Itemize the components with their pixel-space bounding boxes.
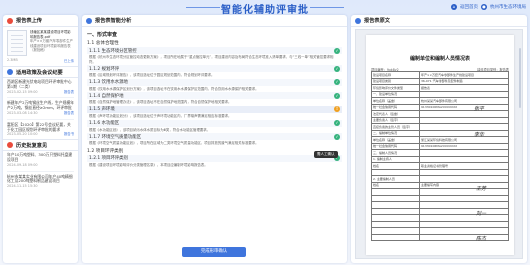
policy-item-tag: 报告书 xyxy=(63,132,74,137)
review-item[interactable]: 1.1.6 水功能区 ✓ xyxy=(87,119,342,127)
doc-name: 钱塘区某某建设项目环境影响报告表.pdf xyxy=(30,30,71,39)
left-column: 报告表上传 钱塘区某某建设项目环境影响报告表.pdf 年产××万套汽车零部件生产… xyxy=(3,15,78,263)
check-icon: ✓ xyxy=(334,65,340,72)
source-panel: 报告表原文 编制单位和编制人员情况表 项目编号：9xk8y2 建设项目类别：报告… xyxy=(351,15,527,263)
upload-panel-header: 报告表上传 xyxy=(3,15,78,27)
warning-icon: ! xyxy=(334,106,340,113)
check-icon: ✓ xyxy=(334,133,340,140)
doc-thumbnail[interactable] xyxy=(7,30,27,56)
policy-panel-header: 适用政策及会议纪要 xyxy=(3,66,78,78)
policy-item-tag: 报告表 xyxy=(63,110,74,115)
review-item-desc: 根据《饮用水水源保护区划分方案》，该项目选址不在饮用水水源保护区范围内，符合饮用… xyxy=(89,86,259,91)
review-item[interactable]: 1.1.1 生态环境分区管控 ✓ xyxy=(87,47,342,54)
review-item[interactable]: 1.1.3 饮用水水源地 ✓ xyxy=(87,78,342,86)
review-item-label: 1.1.1 生态环境分区管控 xyxy=(89,48,137,54)
review-item-label: 1.1.6 水功能区 xyxy=(89,121,120,127)
history-item[interactable]: 杭州市某某实业有限公司年产40吨精细化工及200吨塑料制品建设项目 2024-1… xyxy=(3,173,78,191)
doc-size: 2.3MB xyxy=(7,58,18,62)
review-item-desc: 根据《区域规划环评报告》，该项目选址位于园区规划范围内，符合规划环评要求。 xyxy=(89,73,215,78)
history-item-date: 2024-09-18 09:00 xyxy=(7,162,38,167)
top-bar: 智能化辅助评审批 ⌂ 返回首页 ● 杭州市生态环境局 xyxy=(0,0,530,16)
review-item-desc: 根据《水功能区划》，该项目纳污水体水质目标为Ⅲ类，符合水功能区管理要求。 xyxy=(89,127,211,132)
policy-item-text: 富阳区【2020】第22号会议纪要，关于化工园区规划环评审批的要求 xyxy=(7,121,71,132)
user-name[interactable]: 杭州市生态环境局 xyxy=(490,4,526,10)
form-row xyxy=(371,233,509,241)
review-item[interactable]: 1.1.5 声环境! xyxy=(87,105,342,113)
signature: 陈杰 xyxy=(476,236,487,242)
policy-item-date: 2023-03-08 14:30 xyxy=(7,110,38,115)
pdf-page: 编制单位和编制人员情况表 项目编号：9xk8y2 建设项目类别：报告表 建设项目… xyxy=(366,35,514,255)
review-item-label: 1.2.1 项目环评类别 xyxy=(89,156,128,162)
review-item-desc: 根据《环境空气质量功能区划》，项目所在区域为二类环境空气质量功能区，项目排放的废… xyxy=(89,141,259,146)
check-icon: ✓ xyxy=(334,120,340,127)
header-actions: ⌂ 返回首页 ● 杭州市生态环境局 xyxy=(451,4,526,10)
review-item[interactable]: 1.2.1 项目环评类别 ✓ xyxy=(87,154,342,162)
review-item-label: 1.1.3 饮用水水源地 xyxy=(89,80,128,86)
back-home-link[interactable]: 返回首页 xyxy=(460,4,478,10)
review-item-desc: 根据《建设项目环境影响评价分类管理名录》，本项目应编制环境影响报告表。 xyxy=(89,162,208,167)
paper-title: 编制单位和编制人员情况表 xyxy=(409,56,470,62)
review-item[interactable]: 1.1.4 自然保护地 ✓ xyxy=(87,92,342,100)
review-item-desc: 根据《自然保护地管理办法》，该项目选址不在自然保护地范围内，符合自然保护地相关要… xyxy=(89,100,232,105)
review-item-label: 1.1.5 声环境 xyxy=(89,107,115,113)
check-icon: ✓ xyxy=(334,92,340,99)
analysis-panel: 报告表智能分析 知识图谱 一、形式审查 1.1 总体合理性1.1.1 生态环境分… xyxy=(82,15,450,263)
pdf-viewer[interactable]: 编制单位和编制人员情况表 项目编号：9xk8y2 建设项目类别：报告表 建设项目… xyxy=(355,29,523,259)
history-item[interactable]: 年产10万吨塑料、300万只塑料托盘建设项目 2024-09-18 09:00 xyxy=(3,151,78,169)
review-item[interactable]: 1.1.2 规划环评 ✓ xyxy=(87,65,342,73)
policy-item[interactable]: 富阳区【2020】第22号会议纪要，关于化工园区规划环评审批的要求 2023-0… xyxy=(3,121,78,139)
analysis-panel-title: 报告表智能分析 xyxy=(95,18,132,24)
policy-item-text: 西湖区新建光伏电站项目环评审批中心第1期（二类） xyxy=(7,79,72,89)
check-icon: ✓ xyxy=(334,79,340,86)
policy-item-date: 2023-02-15 09:00 xyxy=(7,89,38,94)
tooltip: 需人工确认 xyxy=(314,151,338,158)
form-cell xyxy=(371,233,420,241)
section-title[interactable]: 一、形式审查 xyxy=(87,31,342,38)
policy-panel-title: 适用政策及会议纪要 xyxy=(16,69,63,76)
review-item-desc: 根据《声环境功能区划分》，该项目选址位于声环境功能区内，厂界噪声需满足相应标准要… xyxy=(89,113,232,118)
policy-item-text: 新建年产2万吨钢丝生产线，生产规模年产2万吨，钢丝直径≥2mm，环评审批 xyxy=(7,100,74,111)
review-item[interactable]: 1.1.7 环境空气质量功能区 ✓ xyxy=(87,133,342,141)
signature: 李华 xyxy=(474,132,485,138)
source-panel-header: 报告表原文 xyxy=(351,15,527,27)
history-panel-title: 历史批复意见 xyxy=(16,142,48,149)
policy-icon xyxy=(7,69,13,75)
upload-panel-title: 报告表上传 xyxy=(16,18,42,24)
subsection-title[interactable]: 1.2 项目环评类别 xyxy=(87,148,342,154)
user-icon[interactable]: ● xyxy=(481,4,487,10)
check-icon: ✓ xyxy=(334,47,340,54)
analysis-icon xyxy=(86,17,92,24)
signature: 刘一 xyxy=(476,211,487,217)
history-icon xyxy=(7,142,13,149)
document-icon xyxy=(355,17,361,24)
review-item-label: 1.1.4 自然保护地 xyxy=(89,93,124,99)
home-icon[interactable]: ⌂ xyxy=(451,4,457,10)
confirm-button[interactable]: 完成形审确认 xyxy=(182,247,246,257)
doc-status: 已上传 xyxy=(63,59,74,63)
history-item-text: 杭州市某某实业有限公司年产40吨精细化工及200吨塑料制品建设项目 xyxy=(7,173,73,184)
signature: 王芳 xyxy=(476,186,487,192)
viewer-scrollbar[interactable] xyxy=(519,48,521,108)
source-panel-title: 报告表原文 xyxy=(364,18,390,24)
review-tree: 一、形式审查 1.1 总体合理性 1.1.1 生态环境分区管控 ✓ 根据《杭州市生态环… xyxy=(82,27,347,244)
uploaded-doc-card[interactable]: 钱塘区某某建设项目环境影响报告表.pdf 年产××万套汽车零部件生产线建设项目环… xyxy=(3,27,78,66)
subsection-title[interactable]: 1.1 总体合理性 xyxy=(87,40,342,46)
review-item-label: 1.1.7 环境空气质量功能区 xyxy=(89,134,142,140)
document-icon xyxy=(7,17,13,24)
policy-item[interactable]: 新建年产2万吨钢丝生产线，生产规模年产2万吨，钢丝直径≥2mm，环评审批 202… xyxy=(3,99,78,117)
policy-item-tag: 报告表 xyxy=(63,89,74,94)
title-decoration-right xyxy=(310,7,344,8)
form-cell xyxy=(419,233,509,241)
review-item-desc: 根据《杭州市生态环境分区管控动态更新方案》，项目所在地属于“重点管控单元”，项目… xyxy=(89,55,334,64)
history-item-text: 年产10万吨塑料、300万只塑料托盘建设项目 xyxy=(7,152,73,162)
analysis-panel-header: 报告表智能分析 知识图谱 xyxy=(82,15,450,35)
history-item-date: 2024-11-15 15:30 xyxy=(7,184,38,189)
history-panel-header: 历史批复意见 xyxy=(3,139,78,152)
signature: 张平 xyxy=(474,106,485,112)
policy-item-date: 2023-05-20 10:00 xyxy=(7,132,38,137)
review-item-label: 1.1.2 规划环评 xyxy=(89,66,120,72)
form-table: 建设项目名称 年产××万套汽车零部件生产线建设项目 建设项目类别 36-071 汽车零… xyxy=(371,71,509,241)
policy-item[interactable]: 西湖区新建光伏电站项目环评审批中心第1期（二类） 2023-02-15 09:0… xyxy=(3,78,78,96)
doc-desc: 年产××万套汽车零部件生产线建设项目环境影响报告表（报批稿） xyxy=(30,39,73,53)
